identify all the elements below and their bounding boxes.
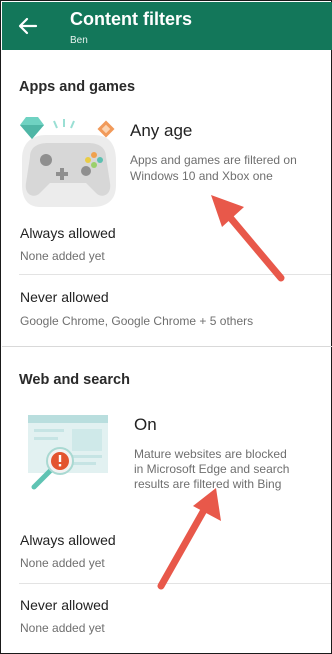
annotation-arrows [157, 195, 285, 590]
annotation-arrow-apps [211, 195, 285, 282]
screen-frame: Content filters Ben Apps and games Any a… [0, 0, 332, 654]
annotation-arrow-web [157, 488, 221, 590]
